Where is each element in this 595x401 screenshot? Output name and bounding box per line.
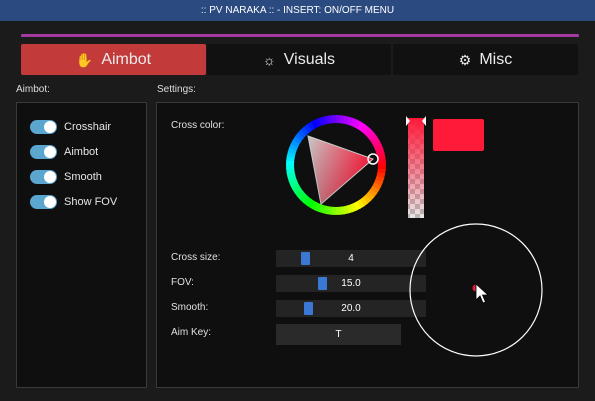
tab-label: Aimbot xyxy=(101,50,152,68)
cross-size-label: Cross size: xyxy=(171,252,221,263)
tab-label: Misc xyxy=(479,50,513,68)
smooth-label: Smooth: xyxy=(171,302,209,313)
triangle-shade xyxy=(308,136,373,204)
toggle-row-aimbot[interactable]: Aimbot xyxy=(30,145,98,159)
aim-key-label: Aim Key: xyxy=(171,327,212,338)
sun-icon: ☼ xyxy=(262,51,276,68)
toggle-knob xyxy=(44,121,56,133)
toggle-label: Aimbot xyxy=(64,146,99,158)
aimbot-heading: Aimbot: xyxy=(16,84,50,95)
alpha-gradient xyxy=(408,118,424,218)
cross-color-label: Cross color: xyxy=(171,120,225,131)
slider-value: 15.0 xyxy=(341,278,361,289)
aimbot-toggle[interactable] xyxy=(30,145,57,159)
color-wheel-picker[interactable] xyxy=(280,114,392,216)
toggle-knob xyxy=(44,171,56,183)
settings-heading: Settings: xyxy=(157,84,196,95)
gears-icon: ⚙ xyxy=(458,51,472,68)
toggle-row-smooth[interactable]: Smooth xyxy=(30,170,102,184)
mouse-cursor-icon xyxy=(475,283,490,304)
color-preview-swatch[interactable] xyxy=(433,119,484,151)
accent-line xyxy=(21,34,579,37)
aim-key-button[interactable]: T xyxy=(276,324,401,345)
toggle-label: Crosshair xyxy=(64,121,112,133)
fov-slider[interactable]: 15.0 xyxy=(276,275,426,292)
toggle-label: Show FOV xyxy=(64,196,118,208)
fov-preview xyxy=(409,223,543,357)
smooth-toggle[interactable] xyxy=(30,170,57,184)
tab-misc[interactable]: ⚙ Misc xyxy=(393,44,578,75)
tab-label: Visuals xyxy=(283,50,336,68)
toggle-label: Smooth xyxy=(64,171,102,183)
toggle-knob xyxy=(44,146,56,158)
tab-aimbot[interactable]: ✋ Aimbot xyxy=(21,44,206,75)
tab-visuals[interactable]: ☼ Visuals xyxy=(207,44,391,75)
toggle-row-crosshair[interactable]: Crosshair xyxy=(30,120,111,134)
fov-label: FOV: xyxy=(171,277,194,288)
toggle-row-show-fov[interactable]: Show FOV xyxy=(30,195,117,209)
show-fov-toggle[interactable] xyxy=(30,195,57,209)
cross-size-slider[interactable]: 4 xyxy=(276,250,426,267)
crosshair-toggle[interactable] xyxy=(30,120,57,134)
hue-segment xyxy=(377,160,386,166)
slider-value: 4 xyxy=(348,253,354,264)
slider-value: 20.0 xyxy=(341,303,361,314)
toggle-knob xyxy=(44,196,56,208)
smooth-slider[interactable]: 20.0 xyxy=(276,300,426,317)
window-title: :: PV NARAKA :: - INSERT: ON/OFF MENU xyxy=(0,0,595,21)
hand-icon: ✋ xyxy=(75,51,94,68)
alpha-bar[interactable] xyxy=(405,114,427,218)
